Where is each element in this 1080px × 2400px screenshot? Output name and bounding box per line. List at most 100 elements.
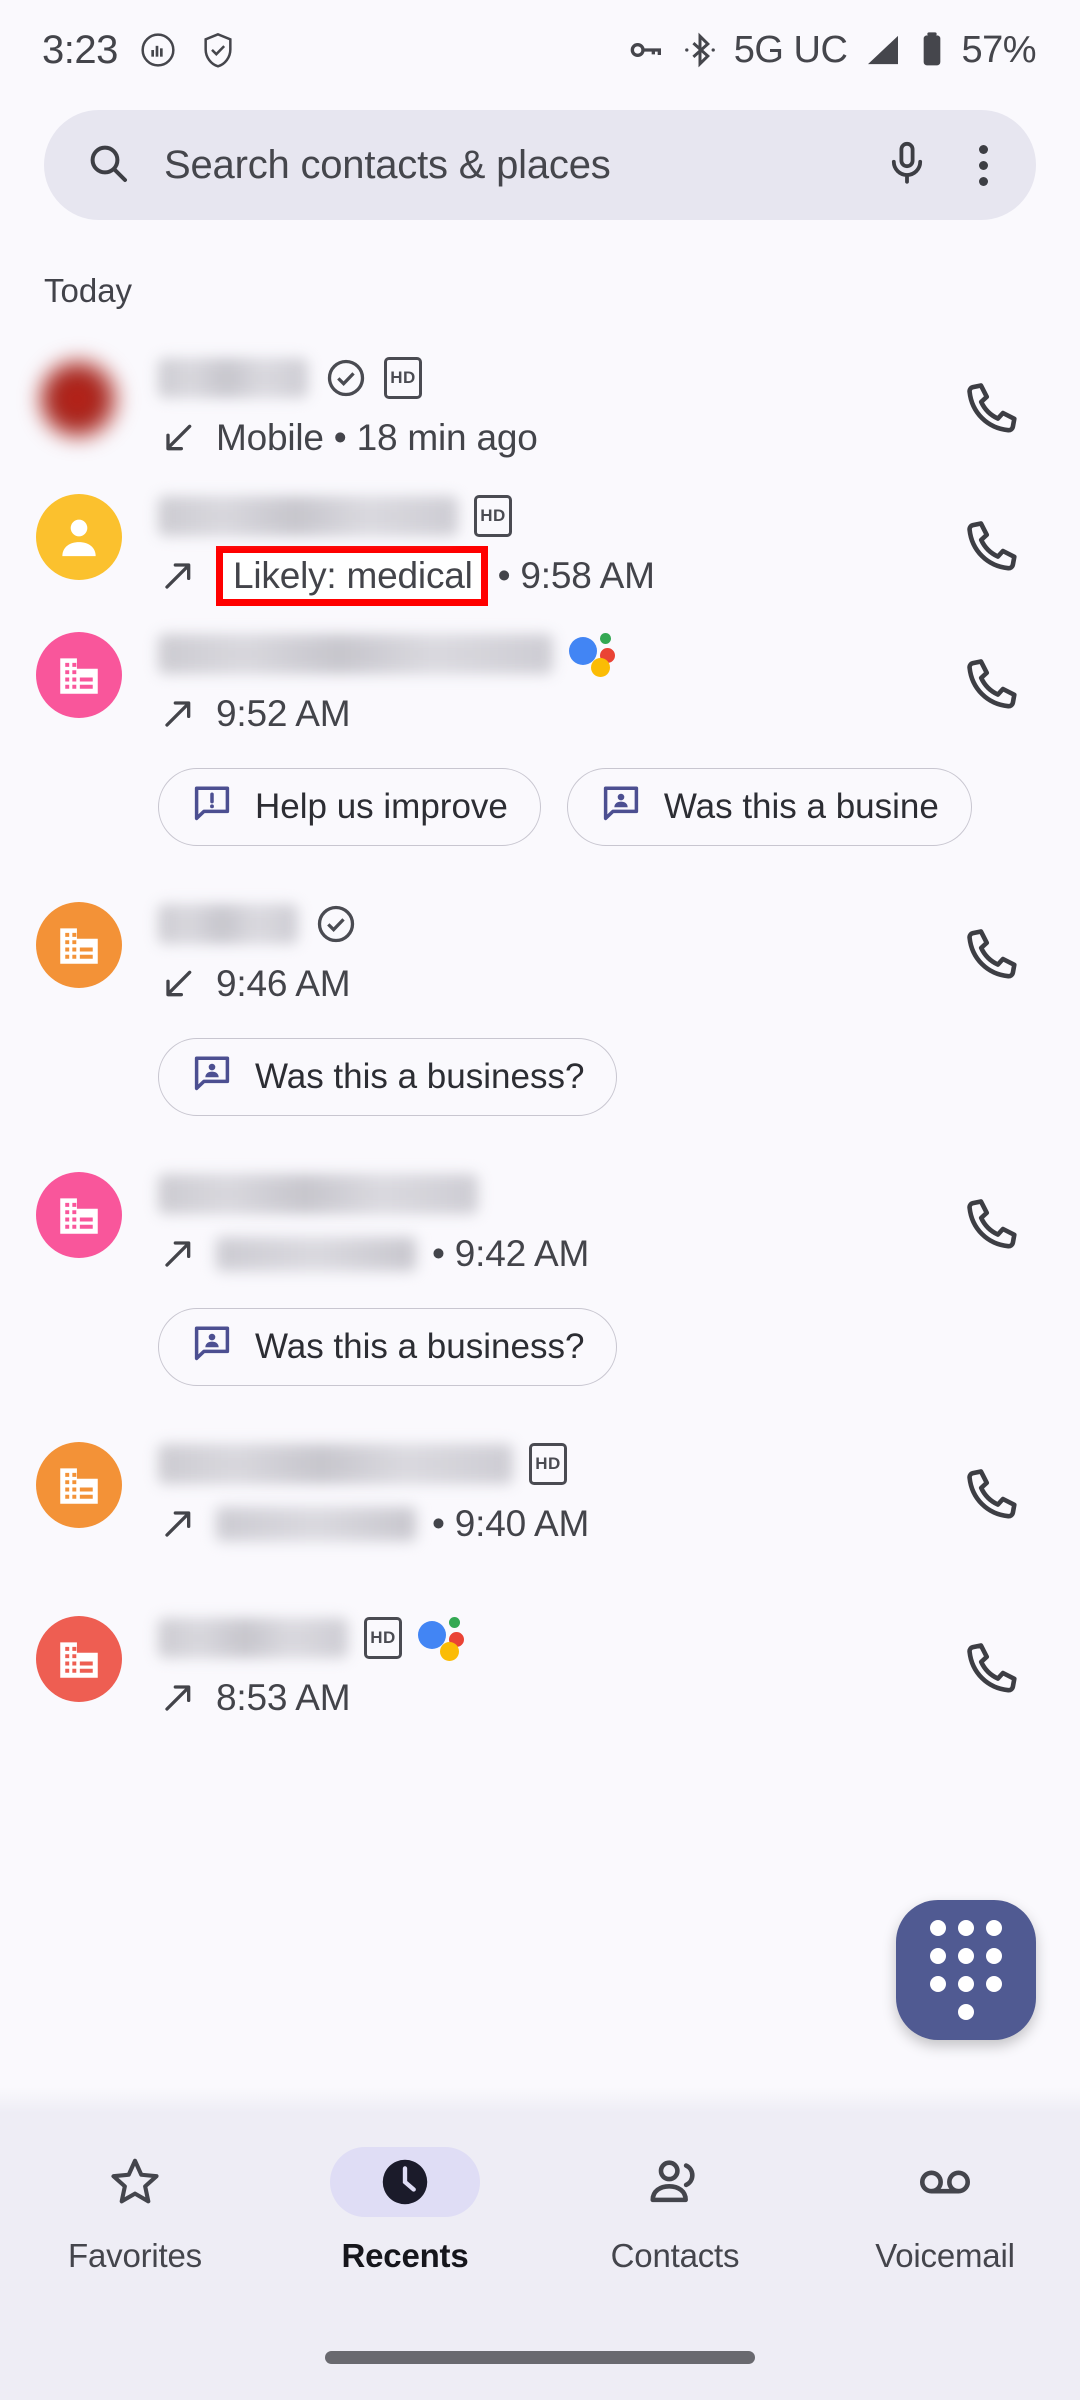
entry-main: • 9:42 AM [122, 1166, 948, 1282]
contact-name-redacted [158, 904, 298, 944]
entry-main: HD 8:53 AM [122, 1610, 948, 1726]
call-back-button[interactable] [948, 636, 1040, 728]
incoming-call-arrow-icon [158, 964, 198, 1004]
entry-title-row [158, 896, 948, 952]
contact-name-redacted [158, 634, 553, 674]
entry-main: HD Mobile • 18 min ago [122, 350, 948, 466]
hd-badge: HD [474, 495, 512, 537]
help-us-improve-chip[interactable]: Help us improve [158, 768, 541, 846]
entry-main: HD Likely: medical • 9:58 AM [122, 488, 948, 606]
hd-badge: HD [529, 1443, 567, 1485]
avatar [36, 494, 122, 580]
was-this-a-business-chip[interactable]: Was this a business? [158, 1038, 618, 1116]
contact-name-redacted [158, 1618, 348, 1658]
contact-name-redacted [158, 358, 308, 398]
search-bar[interactable]: Search contacts & places [44, 110, 1036, 220]
nav-label: Voicemail [875, 2237, 1015, 2274]
outgoing-call-arrow-icon [158, 1234, 198, 1274]
entry-subtitle: • 9:42 AM [158, 1226, 948, 1282]
call-type-label: Mobile [216, 417, 324, 458]
dialpad-fab[interactable] [896, 1900, 1036, 2040]
person-chat-icon [600, 782, 642, 833]
verified-icon [324, 356, 368, 400]
person-chat-icon [191, 1322, 233, 1373]
gesture-home-bar[interactable] [325, 2351, 755, 2364]
call-log-entry[interactable]: 9:52 AM [0, 604, 1080, 742]
avatar [36, 902, 122, 988]
chip-label: Was this a busine [663, 787, 939, 826]
entry-title-row: HD [158, 488, 948, 544]
was-this-a-business-chip[interactable]: Was this a business? [158, 1308, 618, 1386]
avatar [36, 1172, 122, 1258]
microphone-icon[interactable] [883, 139, 931, 192]
call-time: 9:46 AM [216, 963, 351, 1004]
call-time: 9:58 AM [520, 555, 655, 596]
call-log-scroll[interactable]: HD Mobile • 18 min ago HD Likely: medica… [0, 328, 1080, 2113]
call-time: 9:40 AM [454, 1503, 590, 1544]
assistant-dots-icon [418, 1615, 468, 1661]
separator-dot: • [497, 555, 511, 596]
call-back-button[interactable] [948, 1620, 1040, 1712]
network-label: 5G UC [733, 28, 848, 71]
avatar [36, 1616, 122, 1702]
call-log-entry[interactable]: HD 8:53 AM [0, 1552, 1080, 1726]
contact-name-redacted [158, 1174, 478, 1214]
nav-item-voicemail[interactable]: Voicemail [810, 2113, 1080, 2400]
dialpad-icon [930, 1920, 1002, 2020]
location-label-redacted [216, 1237, 416, 1271]
separator-dot: • [333, 417, 347, 458]
call-time: 9:42 AM [454, 1233, 590, 1274]
search-bar-container: Search contacts & places [0, 100, 1080, 220]
signal-bars-circle-icon [138, 30, 178, 70]
call-log-entry[interactable]: HD Mobile • 18 min ago [0, 328, 1080, 466]
call-log-entry[interactable]: HD Likely: medical • 9:58 AM [0, 466, 1080, 606]
entry-main: HD • 9:40 AM [122, 1436, 948, 1552]
was-this-a-business-chip[interactable]: Was this a busine [566, 768, 972, 846]
chip-label: Was this a business? [255, 1057, 585, 1096]
nav-item-favorites[interactable]: Favorites [0, 2113, 270, 2400]
entry-main: 9:52 AM [122, 626, 948, 742]
call-log-list: HD Mobile • 18 min ago HD Likely: medica… [0, 328, 1080, 1726]
shield-check-icon [198, 30, 238, 70]
call-time: 8:53 AM [216, 1677, 351, 1718]
call-back-button[interactable] [948, 360, 1040, 452]
contacts-icon [600, 2147, 750, 2217]
call-log-entry[interactable]: • 9:42 AM [0, 1116, 1080, 1282]
entry-title-row: HD [158, 1610, 948, 1666]
cell-signal-icon [863, 30, 903, 70]
contact-name-redacted [158, 1444, 513, 1484]
call-back-button[interactable] [948, 906, 1040, 998]
entry-action-chips: Was this a business? [0, 1282, 1080, 1386]
entry-main: 9:46 AM [122, 896, 948, 1012]
call-back-button[interactable] [948, 1446, 1040, 1538]
more-vert-icon[interactable] [965, 144, 1002, 186]
outgoing-call-arrow-icon [158, 556, 198, 596]
outgoing-call-arrow-icon [158, 1504, 198, 1544]
call-log-entry[interactable]: HD • 9:40 AM [0, 1386, 1080, 1552]
avatar [36, 632, 122, 718]
hd-badge: HD [364, 1617, 402, 1659]
call-back-button[interactable] [948, 498, 1040, 590]
key-icon [626, 30, 666, 70]
entry-subtitle: Likely: medical • 9:58 AM [158, 546, 948, 606]
entry-title-row [158, 1166, 948, 1222]
entry-title-row: HD [158, 1436, 948, 1492]
call-back-button[interactable] [948, 1176, 1040, 1268]
incoming-call-arrow-icon [158, 418, 198, 458]
status-bar: 3:23 5G UC 57% [0, 0, 1080, 100]
entry-subtitle: 9:46 AM [158, 956, 948, 1012]
star-icon [60, 2147, 210, 2217]
search-icon [84, 139, 132, 192]
nav-label: Recents [341, 2237, 469, 2274]
status-time: 3:23 [42, 27, 118, 72]
person-chat-icon [191, 1052, 233, 1103]
search-input[interactable]: Search contacts & places [164, 143, 883, 188]
chip-label: Help us improve [255, 787, 508, 826]
outgoing-call-arrow-icon [158, 694, 198, 734]
verified-icon [314, 902, 358, 946]
section-header-today: Today [44, 272, 133, 309]
call-log-entry[interactable]: 9:46 AM [0, 846, 1080, 1012]
entry-action-chips: Was this a business? [0, 1012, 1080, 1116]
list-fade-overlay [0, 2087, 1080, 2113]
avatar [36, 356, 122, 442]
